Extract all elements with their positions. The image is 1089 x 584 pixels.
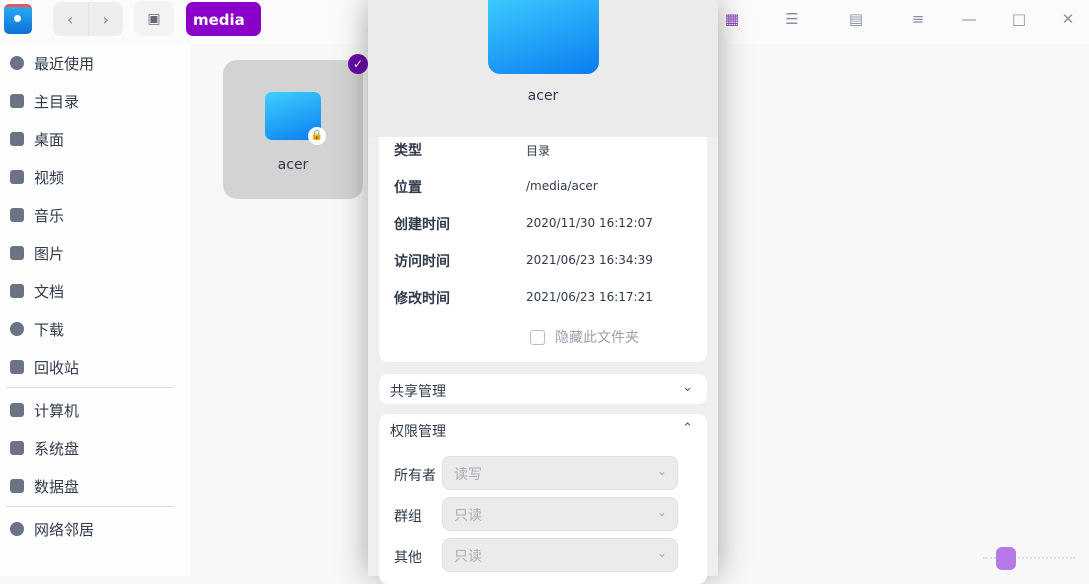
info-label: 访问时间	[394, 254, 450, 270]
disk-button[interactable]: ▣	[134, 1, 174, 36]
home-icon	[10, 94, 24, 108]
chevron-down-icon: ⌄	[656, 505, 667, 519]
sidebar-item-label: 下载	[34, 320, 65, 339]
nav-buttons: ‹ ›	[53, 2, 123, 36]
sidebar-item-label: 音乐	[34, 206, 65, 225]
info-label: 修改时间	[394, 291, 450, 307]
picture-icon	[10, 246, 24, 260]
sidebar-item-label: 文档	[34, 282, 65, 301]
desktop-icon	[10, 132, 24, 146]
chevron-down-icon[interactable]: ⌄	[682, 380, 693, 395]
select-value: 只读	[454, 508, 482, 524]
basic-info-card: 类型 目录 位置 /media/acer 创建时间 2020/11/30 16:…	[379, 137, 707, 362]
checkbox-icon	[530, 329, 545, 345]
sidebar-divider	[6, 506, 174, 507]
download-icon	[10, 322, 24, 336]
sidebar-item-label: 桌面	[34, 130, 65, 149]
info-value: /media/acer	[526, 179, 598, 193]
forward-button[interactable]: ›	[89, 2, 124, 36]
sidebar-item-home[interactable]: 主目录	[0, 83, 180, 119]
lock-icon: 🔒	[308, 127, 326, 145]
share-section[interactable]: 共享管理 ⌄	[379, 374, 707, 404]
hide-folder-checkbox[interactable]: 隐藏此文件夹	[530, 327, 639, 347]
sidebar-item-downloads[interactable]: 下载	[0, 311, 180, 347]
info-value: 目录	[526, 144, 551, 158]
sidebar-item-label: 数据盘	[34, 477, 80, 496]
selected-check-icon: ✓	[348, 54, 368, 74]
close-icon[interactable]: ✕	[1056, 8, 1080, 30]
sidebar-item-data-disk[interactable]: 数据盘	[0, 468, 180, 504]
disk-icon: ▣	[147, 10, 161, 27]
sidebar-item-network[interactable]: 网络邻居	[0, 511, 180, 547]
info-label: 类型	[394, 143, 422, 159]
info-label: 位置	[394, 180, 422, 196]
tree-view-icon[interactable]: ▤	[844, 8, 868, 30]
disk-icon	[10, 479, 24, 493]
other-label: 其他	[394, 550, 422, 566]
maximize-icon[interactable]: □	[1007, 8, 1031, 30]
group-label: 群组	[394, 509, 422, 525]
hide-folder-label: 隐藏此文件夹	[555, 330, 639, 346]
dialog-header: acer	[368, 0, 718, 137]
clock-icon	[10, 56, 24, 70]
info-value: 2020/11/30 16:12:07	[526, 216, 653, 230]
info-value: 2021/06/23 16:34:39	[526, 253, 653, 267]
sidebar-item-videos[interactable]: 视频	[0, 159, 180, 195]
network-icon	[10, 522, 24, 536]
file-item-acer[interactable]: acer	[223, 60, 363, 199]
document-icon	[10, 284, 24, 298]
sidebar-item-label: 系统盘	[34, 439, 80, 458]
chevron-down-icon: ⌄	[656, 546, 667, 560]
select-value: 读写	[454, 467, 482, 483]
sidebar-item-label: 主目录	[34, 92, 80, 111]
chevron-down-icon: ⌄	[656, 464, 667, 478]
computer-icon	[10, 403, 24, 417]
menu-icon[interactable]: ≡	[906, 8, 930, 30]
sidebar-item-label: 网络邻居	[34, 520, 95, 539]
sidebar-item-label: 最近使用	[34, 54, 95, 73]
sidebar-item-desktop[interactable]: 桌面	[0, 121, 180, 157]
properties-dialog: acer 类型 目录 位置 /media/acer 创建时间 2020/11/3…	[368, 0, 718, 584]
disk-icon	[10, 441, 24, 455]
permission-section: 权限管理 ⌃ 所有者 读写 ⌄ 群组 只读 ⌄ 其他 只读 ⌄	[379, 414, 707, 584]
video-icon	[10, 170, 24, 184]
file-name: acer	[277, 157, 309, 173]
sidebar-item-label: 计算机	[34, 401, 80, 420]
info-value: 2021/06/23 16:17:21	[526, 290, 653, 304]
chevron-up-icon[interactable]: ⌃	[682, 421, 693, 436]
select-value: 只读	[454, 549, 482, 565]
dialog-file-name: acer	[527, 88, 559, 104]
owner-permission-select[interactable]: 读写 ⌄	[442, 456, 678, 490]
group-permission-select[interactable]: 只读 ⌄	[442, 497, 678, 531]
breadcrumb-media[interactable]: media	[186, 2, 261, 36]
list-view-icon[interactable]: ☰	[780, 8, 804, 30]
sidebar-item-system-disk[interactable]: 系统盘	[0, 430, 180, 466]
slider-handle[interactable]	[996, 547, 1016, 570]
owner-label: 所有者	[394, 468, 436, 484]
sidebar-item-recent[interactable]: 最近使用	[0, 45, 180, 81]
sidebar-item-label: 回收站	[34, 358, 80, 377]
icon-view-icon[interactable]: ▦	[720, 8, 744, 30]
sidebar-item-computer[interactable]: 计算机	[0, 392, 180, 428]
permission-title: 权限管理	[390, 424, 446, 440]
app-logo-icon	[4, 4, 32, 34]
sidebar-item-documents[interactable]: 文档	[0, 273, 180, 309]
sidebar-item-trash[interactable]: 回收站	[0, 349, 180, 385]
folder-icon	[488, 0, 599, 74]
sidebar: 最近使用 主目录 桌面 视频 音乐 图片 文档 下载 回收站 计算机 系统盘 数…	[0, 44, 190, 576]
music-icon	[10, 208, 24, 222]
minimize-icon[interactable]: —	[957, 8, 981, 30]
info-label: 创建时间	[394, 217, 450, 233]
trash-icon	[10, 360, 24, 374]
sidebar-item-music[interactable]: 音乐	[0, 197, 180, 233]
sidebar-item-pictures[interactable]: 图片	[0, 235, 180, 271]
sidebar-item-label: 图片	[34, 244, 65, 263]
back-button[interactable]: ‹	[53, 2, 89, 36]
sidebar-divider	[6, 387, 174, 388]
sidebar-item-label: 视频	[34, 168, 65, 187]
share-title: 共享管理	[390, 384, 446, 400]
other-permission-select[interactable]: 只读 ⌄	[442, 538, 678, 572]
